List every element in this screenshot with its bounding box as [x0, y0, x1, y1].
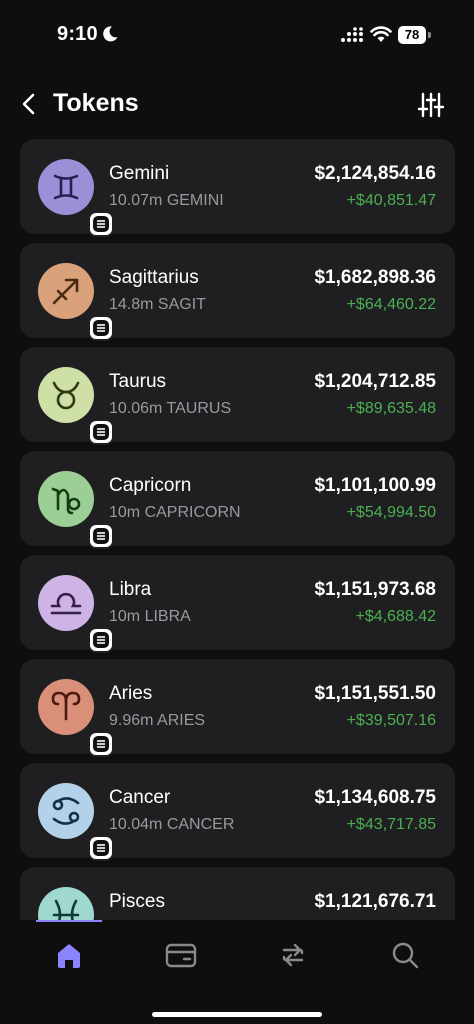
token-name: Taurus: [109, 371, 167, 392]
coin-stack-icon: [93, 632, 109, 648]
chain-badge: [88, 731, 114, 757]
token-value: $2,124,854.16: [314, 163, 436, 184]
chain-badge: [88, 419, 114, 445]
card-icon: [165, 943, 197, 968]
status-time: 9:10: [57, 23, 98, 45]
token-avatar: [38, 783, 114, 861]
token-name: Pisces: [109, 891, 165, 912]
moon-icon: [103, 26, 118, 42]
filter-button[interactable]: [416, 90, 446, 120]
token-change: +$54,994.50: [346, 504, 436, 521]
token-row-taurus[interactable]: Taurus 10.06m TAURUS $1,204,712.85 +$89,…: [20, 347, 455, 445]
search-icon: [392, 942, 419, 969]
sagittarius-icon: [52, 278, 79, 305]
token-avatar: [38, 263, 114, 341]
token-value: $1,151,551.50: [314, 683, 436, 704]
coin-stack-icon: [93, 528, 109, 544]
battery-level: 78: [398, 26, 426, 44]
token-value: $1,101,100.99: [314, 475, 436, 496]
page-title: Tokens: [53, 89, 139, 117]
token-value: $1,121,676.71: [314, 891, 436, 912]
tab-swap[interactable]: [276, 938, 310, 972]
token-avatar: [38, 159, 114, 237]
gemini-icon: [53, 174, 79, 200]
token-change: +$39,507.16: [346, 712, 436, 729]
battery-icon: 78: [398, 26, 432, 44]
tab-bar: [0, 920, 474, 1024]
chain-badge: [88, 627, 114, 653]
token-name: Aries: [109, 683, 153, 704]
home-indicator: [152, 1012, 322, 1017]
token-amount: 10.04m CANCER: [109, 816, 235, 833]
token-amount: 10m CAPRICORN: [109, 504, 241, 521]
token-name: Capricorn: [109, 475, 192, 496]
swap-icon: [282, 943, 304, 967]
token-change: +$40,851.47: [346, 192, 436, 209]
chevron-left-icon: [22, 93, 35, 115]
wifi-icon: [370, 26, 392, 42]
token-change: +$43,717.85: [346, 816, 436, 833]
cellular-signal-icon: [341, 27, 363, 42]
token-row-sagittarius[interactable]: Sagittarius 14.8m SAGIT $1,682,898.36 +$…: [20, 243, 455, 341]
tab-home[interactable]: [52, 938, 86, 972]
home-icon: [58, 944, 80, 968]
token-value: $1,134,608.75: [314, 787, 436, 808]
libra-icon: [50, 592, 82, 615]
chain-badge: [88, 523, 114, 549]
token-change: +$4,688.42: [355, 608, 436, 625]
token-row-capricorn[interactable]: Capricorn 10m CAPRICORN $1,101,100.99 +$…: [20, 451, 455, 549]
back-button[interactable]: [16, 90, 42, 118]
tab-cards[interactable]: [164, 938, 198, 972]
coin-stack-icon: [93, 840, 109, 856]
token-amount: 14.8m SAGIT: [109, 296, 206, 313]
token-value: $1,151,973.68: [314, 579, 436, 600]
token-change: +$89,635.48: [346, 400, 436, 417]
token-avatar: [38, 471, 114, 549]
chain-badge: [88, 835, 114, 861]
token-name: Gemini: [109, 163, 170, 184]
header: Tokens: [0, 80, 474, 128]
coin-stack-icon: [93, 320, 109, 336]
token-amount: 9.96m ARIES: [109, 712, 206, 729]
token-row-libra[interactable]: Libra 10m LIBRA $1,151,973.68 +$4,688.42: [20, 555, 455, 653]
token-name: Libra: [109, 579, 152, 600]
sliders-icon: [417, 92, 445, 118]
tab-search[interactable]: [388, 938, 422, 972]
coin-stack-icon: [93, 736, 109, 752]
token-amount: 10m LIBRA: [109, 608, 191, 625]
chain-badge: [88, 211, 114, 237]
token-value: $1,204,712.85: [314, 371, 436, 392]
active-tab-indicator: [36, 920, 102, 922]
coin-stack-icon: [93, 424, 109, 440]
token-row-aries[interactable]: Aries 9.96m ARIES $1,151,551.50 +$39,507…: [20, 659, 455, 757]
aries-icon: [51, 691, 81, 721]
token-avatar: [38, 367, 114, 445]
token-name: Cancer: [109, 787, 171, 808]
token-amount: 10.06m TAURUS: [109, 400, 232, 417]
capricorn-icon: [51, 487, 81, 515]
cancer-icon: [52, 797, 80, 825]
token-change: +$64,460.22: [346, 296, 436, 313]
chain-badge: [88, 315, 114, 341]
taurus-icon: [52, 381, 80, 410]
token-amount: 10.07m GEMINI: [109, 192, 224, 209]
status-bar: 9:10 78: [0, 0, 474, 72]
token-value: $1,682,898.36: [314, 267, 436, 288]
coin-stack-icon: [93, 216, 109, 232]
token-row-cancer[interactable]: Cancer 10.04m CANCER $1,134,608.75 +$43,…: [20, 763, 455, 861]
token-avatar: [38, 575, 114, 653]
token-name: Sagittarius: [109, 267, 199, 288]
token-row-gemini[interactable]: Gemini 10.07m GEMINI $2,124,854.16 +$40,…: [20, 139, 455, 237]
token-avatar: [38, 679, 114, 757]
